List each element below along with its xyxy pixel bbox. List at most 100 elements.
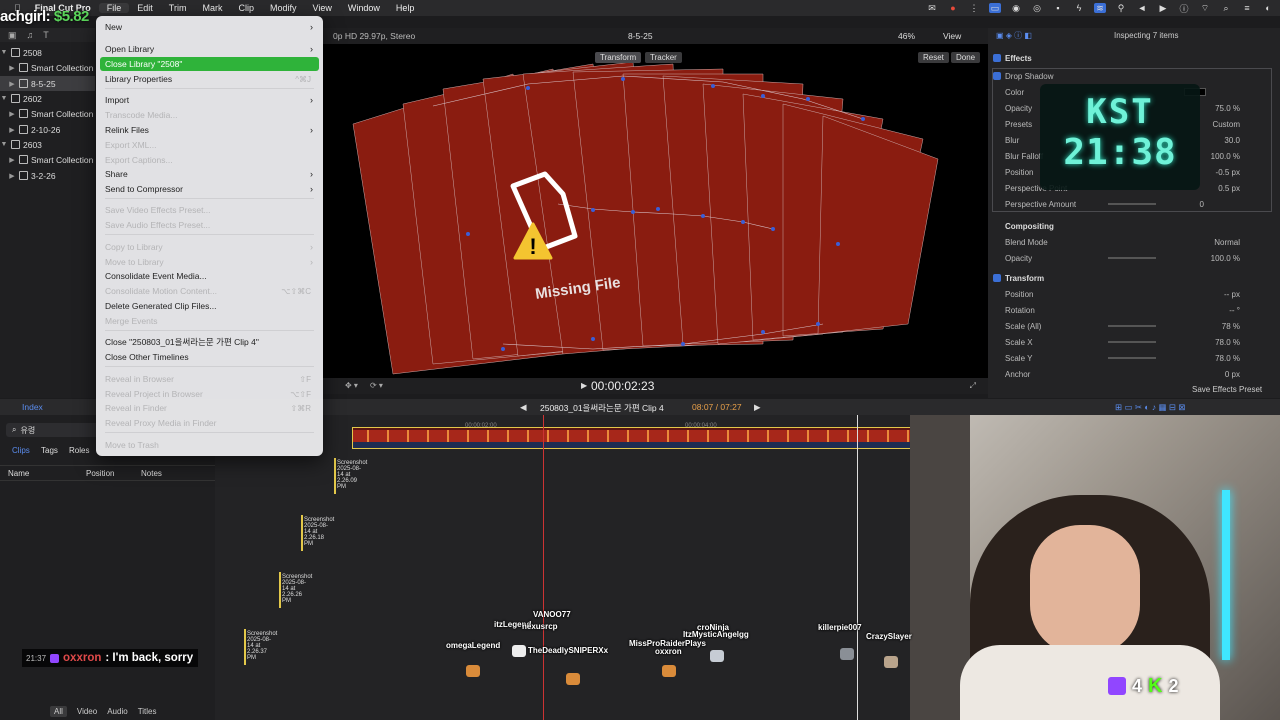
save-effects-preset-button[interactable]: Save Effects Preset [1192,385,1262,394]
index-tab[interactable]: Index [22,402,43,412]
volume-icon[interactable]: ◄ [1136,3,1148,13]
scale-all-slider[interactable] [1108,325,1156,327]
timeline-clip[interactable]: Screenshot 2025-08-14 at 2.26.37 PM [244,629,277,665]
info-icon[interactable]: ⓘ [1178,3,1190,14]
fullscreen-icon[interactable]: ⤢ [970,381,976,391]
transform-button[interactable]: Transform [595,52,642,63]
disclosure-icon[interactable]: ▶ [8,110,16,118]
library-icon[interactable]: ▣ [8,30,17,41]
shadow-position-value[interactable]: -0.5 px [1216,168,1240,177]
menu-view[interactable]: View [304,3,339,13]
music-icon[interactable]: ♫ [27,30,34,40]
filter-titles[interactable]: Titles [138,707,157,716]
titles-icon[interactable]: T [43,30,49,40]
timeline-clip[interactable]: Screenshot 2025-08-14 at 2.26.26 PM [279,572,312,608]
eye-icon[interactable]: ◉ [1010,3,1022,13]
timeline-clip[interactable]: Screenshot 2025-08-14 at 2.26.18 PM [301,515,334,551]
drop-shadow-checkbox[interactable] [993,72,1001,80]
filter-video[interactable]: Video [77,707,97,716]
library-item[interactable]: ▼ 2602 [0,91,42,106]
chrome-icon[interactable]: ◎ [1031,3,1043,13]
back-arrow-icon[interactable]: ◀ [520,402,527,413]
column-notes[interactable]: Notes [141,469,162,478]
library-item[interactable]: ▶ 2-10-26 [0,122,60,137]
search-icon[interactable]: ⌕ [1220,3,1232,13]
pin-icon[interactable]: ⚲ [1115,3,1127,13]
disclosure-icon[interactable]: ▶ [8,126,16,134]
blur-value[interactable]: 30.0 [1224,136,1240,145]
comp-opacity-slider[interactable] [1108,257,1156,259]
menu-modify[interactable]: Modify [262,3,305,13]
anchor-value[interactable]: 0 px [1225,370,1240,379]
playhead[interactable] [857,415,858,720]
opacity-value[interactable]: 75.0 % [1215,104,1240,113]
disclosure-icon[interactable]: ▼ [0,141,8,148]
reset-button[interactable]: Reset [918,52,949,63]
disclosure-icon[interactable]: ▶ [8,64,16,72]
grid-icon[interactable]: ⋮ [968,3,980,13]
position-value[interactable]: -- px [1224,290,1240,299]
disclosure-icon[interactable]: ▼ [0,95,8,102]
timeline-tools-icon[interactable]: ⊞ ▭ ✂ ◐ ♪ ▦ ⊟ ⊠ [1115,402,1185,413]
transform-checkbox[interactable] [993,274,1001,282]
view-dropdown[interactable]: View [943,31,961,41]
library-item[interactable]: ▶ Smart Collection [0,152,93,167]
menu-item-close-timeline[interactable]: Close "250803_01을써라는문 가편 Clip 4" [100,335,319,349]
siri-icon[interactable]: ◐ [1262,3,1274,13]
library-item[interactable]: ▶ Smart Collection [0,60,93,75]
viewer-canvas[interactable]: ! Missing File Transform Tracker Reset D… [323,44,988,378]
disclosure-icon[interactable]: ▼ [0,49,8,56]
menu-item-library-properties[interactable]: Library Properties ^⌘J [100,72,319,86]
forward-arrow-icon[interactable]: ▶ [754,402,761,413]
menu-item-open-library[interactable]: Open Library › [100,42,319,56]
menu-edit[interactable]: Edit [129,3,161,13]
play-icon[interactable]: ▶ [1157,3,1169,13]
comp-opacity-value[interactable]: 100.0 % [1211,254,1240,263]
bolt-icon[interactable]: ϟ [1073,3,1085,13]
inspector-tabs-icon[interactable]: ▣ ◈ ⓘ ◧ [996,30,1032,41]
menu-item-close-other-timelines[interactable]: Close Other Timelines [100,350,319,364]
camera-icon[interactable]: ▪ [1052,3,1064,13]
library-item[interactable]: ▼ 2603 [0,137,42,152]
perspective-slider[interactable] [1108,203,1156,205]
menu-item-consolidate-event[interactable]: Consolidate Event Media... [100,269,319,283]
library-item[interactable]: ▶ Smart Collection [0,106,93,121]
blur-falloff-value[interactable]: 100.0 % [1211,152,1240,161]
library-item[interactable]: ▼ 2508 [0,45,42,60]
menu-window[interactable]: Window [340,3,388,13]
menu-item-share[interactable]: Share › [100,167,319,181]
menu-item-relink[interactable]: Relink Files › [100,123,319,137]
filter-audio[interactable]: Audio [107,707,127,716]
done-button[interactable]: Done [951,52,981,63]
menu-item-close-library[interactable]: Close Library "2508" [100,57,319,71]
tracker-button[interactable]: Tracker [645,52,682,63]
record-icon[interactable]: ● [947,3,959,13]
column-name[interactable]: Name [8,469,29,478]
speed-tool-icon[interactable]: ⟳ ▾ [370,381,383,390]
rotation-value[interactable]: -- ° [1229,306,1240,315]
scale-y-slider[interactable] [1108,357,1156,359]
scale-all-value[interactable]: 78 % [1222,322,1240,331]
timeline-clip[interactable] [352,427,910,449]
menu-item-send-to-compressor[interactable]: Send to Compressor › [100,182,319,196]
control-center-icon[interactable]: ≡ [1241,3,1253,13]
filter-all[interactable]: All [50,706,67,717]
timeline-clip[interactable]: Screenshot 2025-08-14 at 2.26.09 PM [334,458,367,494]
disclosure-icon[interactable]: ▶ [8,172,16,180]
menu-help[interactable]: Help [388,3,423,13]
menu-item-new[interactable]: New › [100,20,319,34]
scale-x-slider[interactable] [1108,341,1156,343]
mail-icon[interactable]: ✉ [926,3,938,13]
transform-tool-icon[interactable]: ✥ ▾ [345,381,358,390]
menu-trim[interactable]: Trim [161,3,195,13]
menu-mark[interactable]: Mark [194,3,230,13]
menu-item-import[interactable]: Import › [100,93,319,107]
blend-mode-dropdown[interactable]: Normal [1214,238,1240,247]
disclosure-icon[interactable]: ▶ [8,156,16,164]
effects-checkbox[interactable] [993,54,1001,62]
library-item[interactable]: ▶ 3-2-26 [0,168,55,183]
tab-clips[interactable]: Clips [12,446,30,455]
tab-tags[interactable]: Tags [41,446,58,455]
project-title[interactable]: 250803_01을써라는문 가편 Clip 4 [540,402,664,414]
presets-dropdown[interactable]: Custom [1212,120,1240,129]
